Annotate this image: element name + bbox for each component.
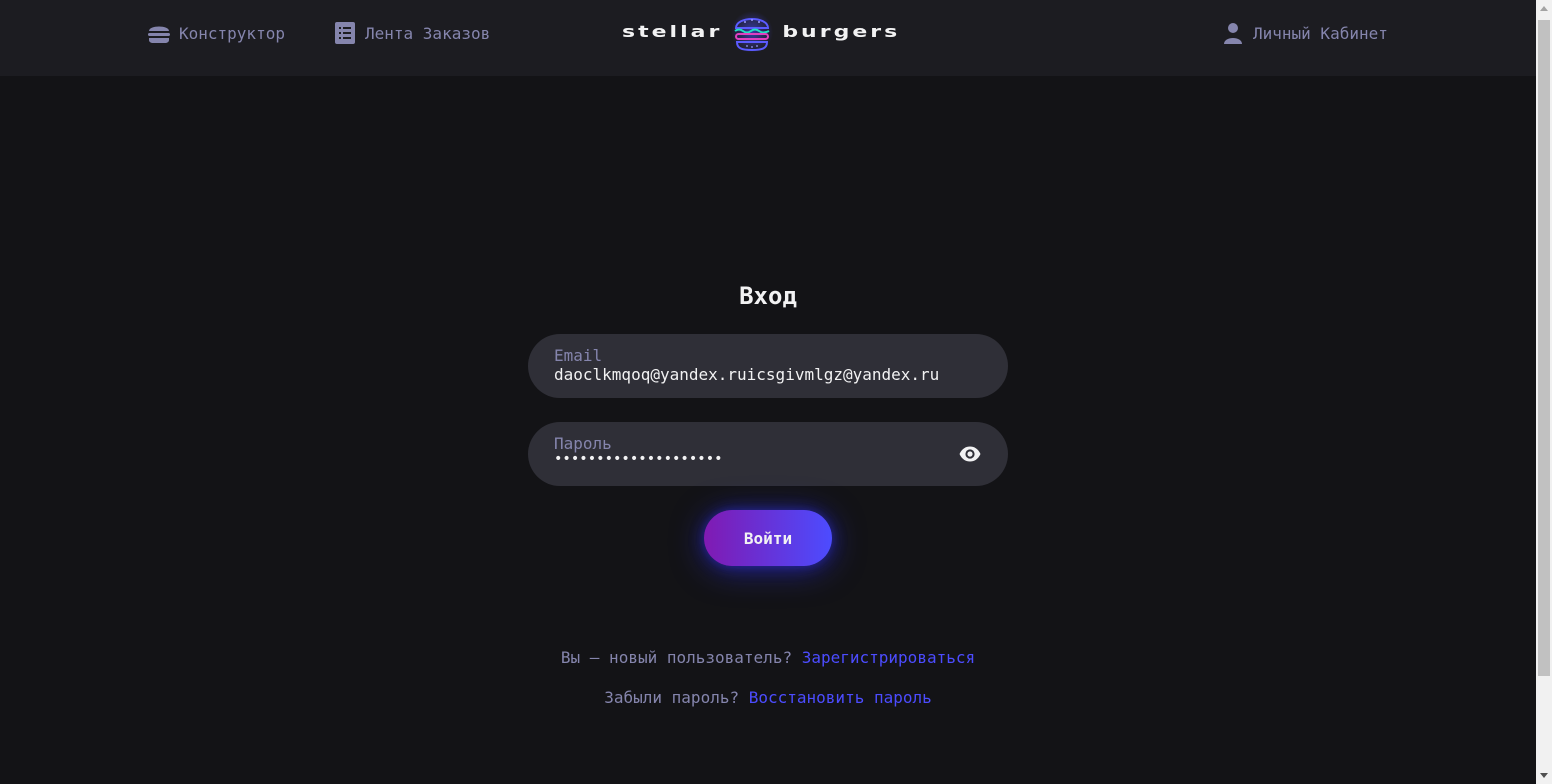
email-input[interactable]: daoclkmqoq@yandex.ruicsgivmlgz@yandex.ru <box>554 365 974 384</box>
restore-password-link[interactable]: Восстановить пароль <box>749 688 932 707</box>
list-icon <box>333 21 357 45</box>
nav-personal-account[interactable]: Личный Кабинет <box>1221 20 1388 46</box>
burger-icon <box>147 21 171 45</box>
register-prompt-text: Вы — новый пользователь? <box>560 648 793 667</box>
logo-burger-icon <box>731 11 774 53</box>
logo-text-right: burgers <box>782 23 901 41</box>
scrollbar-thumb[interactable] <box>1538 20 1550 676</box>
stellar-burgers-logo[interactable]: stellar burgers <box>622 8 914 56</box>
email-label: Email <box>554 346 603 365</box>
email-field[interactable]: Email daoclkmqoq@yandex.ruicsgivmlgz@yan… <box>528 334 1008 398</box>
nav-order-feed[interactable]: Лента Заказов <box>333 20 490 46</box>
nav-constructor[interactable]: Конструктор <box>147 20 285 46</box>
forgot-password-text: Забыли пароль? <box>604 688 740 707</box>
login-button[interactable]: Войти <box>704 510 832 566</box>
register-link[interactable]: Зарегистрироваться <box>802 648 975 667</box>
password-input[interactable]: •••••••••••••••••••• <box>554 451 974 467</box>
nav-personal-account-label: Личный Кабинет <box>1253 23 1388 43</box>
register-prompt: Вы — новый пользователь? Зарегистрироват… <box>0 648 1536 667</box>
vertical-scrollbar[interactable] <box>1536 0 1552 784</box>
nav-constructor-label: Конструктор <box>179 23 285 43</box>
nav-order-feed-label: Лента Заказов <box>365 23 491 43</box>
eye-icon[interactable] <box>958 442 982 466</box>
logo-text-left: stellar <box>622 23 723 41</box>
scroll-up-icon[interactable] <box>1536 0 1552 16</box>
page: Конструктор Лента Заказов stellar burger… <box>0 0 1536 784</box>
profile-icon <box>1221 21 1245 45</box>
page-title: Вход <box>739 282 797 310</box>
password-field[interactable]: Пароль •••••••••••••••••••• <box>528 422 1008 486</box>
scroll-down-icon[interactable] <box>1536 768 1552 784</box>
app-header: Конструктор Лента Заказов stellar burger… <box>0 0 1536 76</box>
forgot-password-prompt: Забыли пароль? Восстановить пароль <box>0 688 1536 707</box>
